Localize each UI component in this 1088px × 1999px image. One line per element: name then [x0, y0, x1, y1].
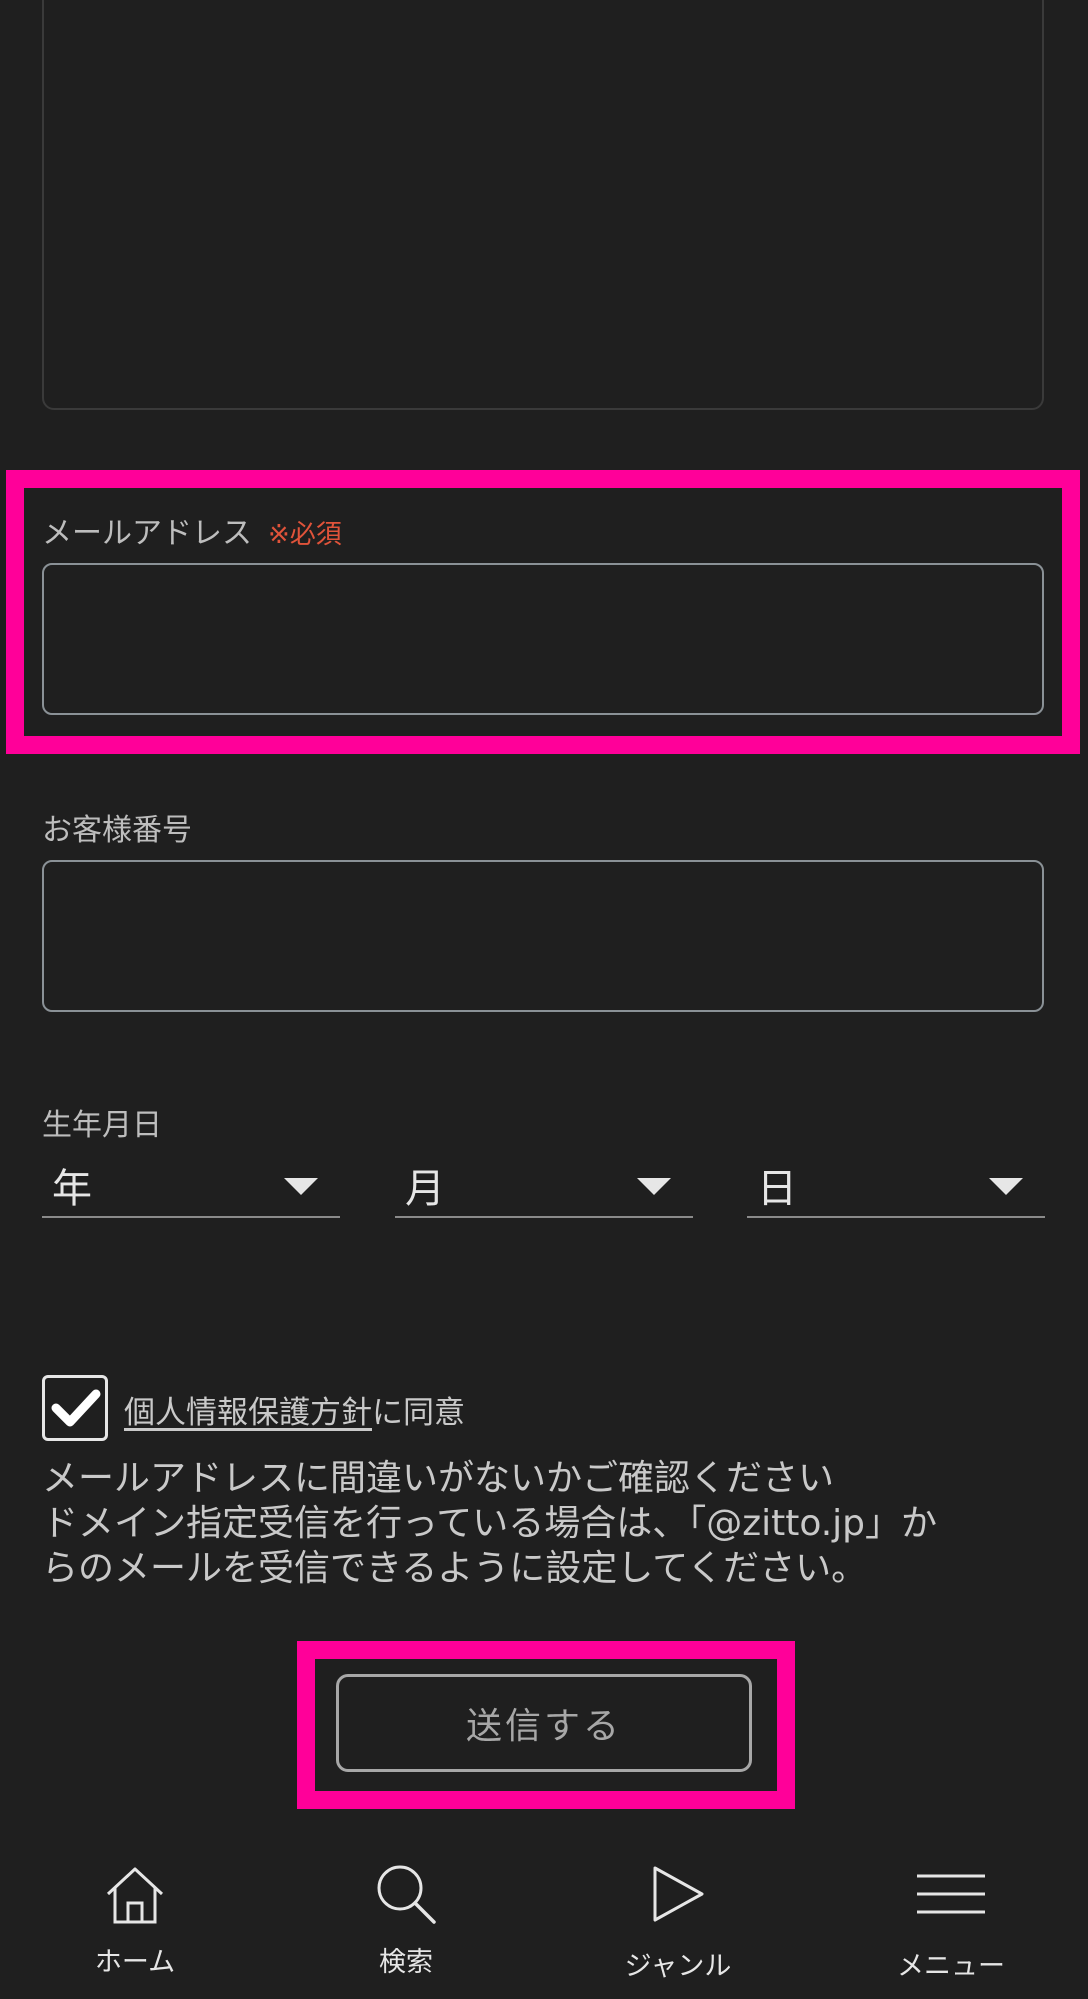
submit-highlight-box [297, 1641, 795, 1809]
year-select[interactable]: 年 [42, 1152, 340, 1218]
chevron-down-icon [637, 1178, 671, 1195]
consent-checkbox[interactable] [42, 1375, 108, 1441]
tab-search[interactable]: 検索 [306, 1838, 506, 1998]
customer-number-input[interactable] [42, 860, 1044, 1012]
day-select[interactable]: 日 [747, 1152, 1045, 1218]
tab-menu[interactable]: メニュー [851, 1838, 1051, 1998]
email-highlight-box [6, 470, 1080, 754]
tab-genre[interactable]: ジャンル [578, 1838, 778, 1998]
birthdate-label: 生年月日 [42, 1108, 162, 1143]
day-select-value: 日 [757, 1166, 797, 1212]
notice-line: らのメールを受信できるように設定してください。 [42, 1548, 868, 1589]
consent-text: 個人情報保護方針に同意 [124, 1395, 465, 1431]
home-icon [35, 1864, 235, 1926]
search-icon [306, 1862, 506, 1926]
chevron-down-icon [989, 1178, 1023, 1195]
tab-home[interactable]: ホーム [35, 1838, 235, 1998]
notice-line: メールアドレスに間違いがないかご確認ください [42, 1458, 835, 1499]
bottom-tab-bar: ホーム 検索 ジャンル メニュー [0, 1838, 1088, 1999]
chevron-down-icon [284, 1178, 318, 1195]
year-select-value: 年 [52, 1166, 92, 1212]
notice-line: ドメイン指定受信を行っている場合は、「@zitto.jp」か [42, 1503, 938, 1544]
privacy-policy-link[interactable]: 個人情報保護方針 [124, 1395, 372, 1431]
customer-number-label: お客様番号 [42, 813, 192, 848]
checkmark-icon [51, 1389, 101, 1427]
hamburger-menu-icon [851, 1872, 1051, 1916]
month-select-value: 月 [405, 1166, 445, 1212]
month-select[interactable]: 月 [395, 1152, 693, 1218]
message-textarea[interactable] [42, 0, 1044, 410]
play-icon [578, 1864, 778, 1924]
email-notice: メールアドレスに間違いがないかご確認ください ドメイン指定受信を行っている場合は… [42, 1456, 1062, 1591]
